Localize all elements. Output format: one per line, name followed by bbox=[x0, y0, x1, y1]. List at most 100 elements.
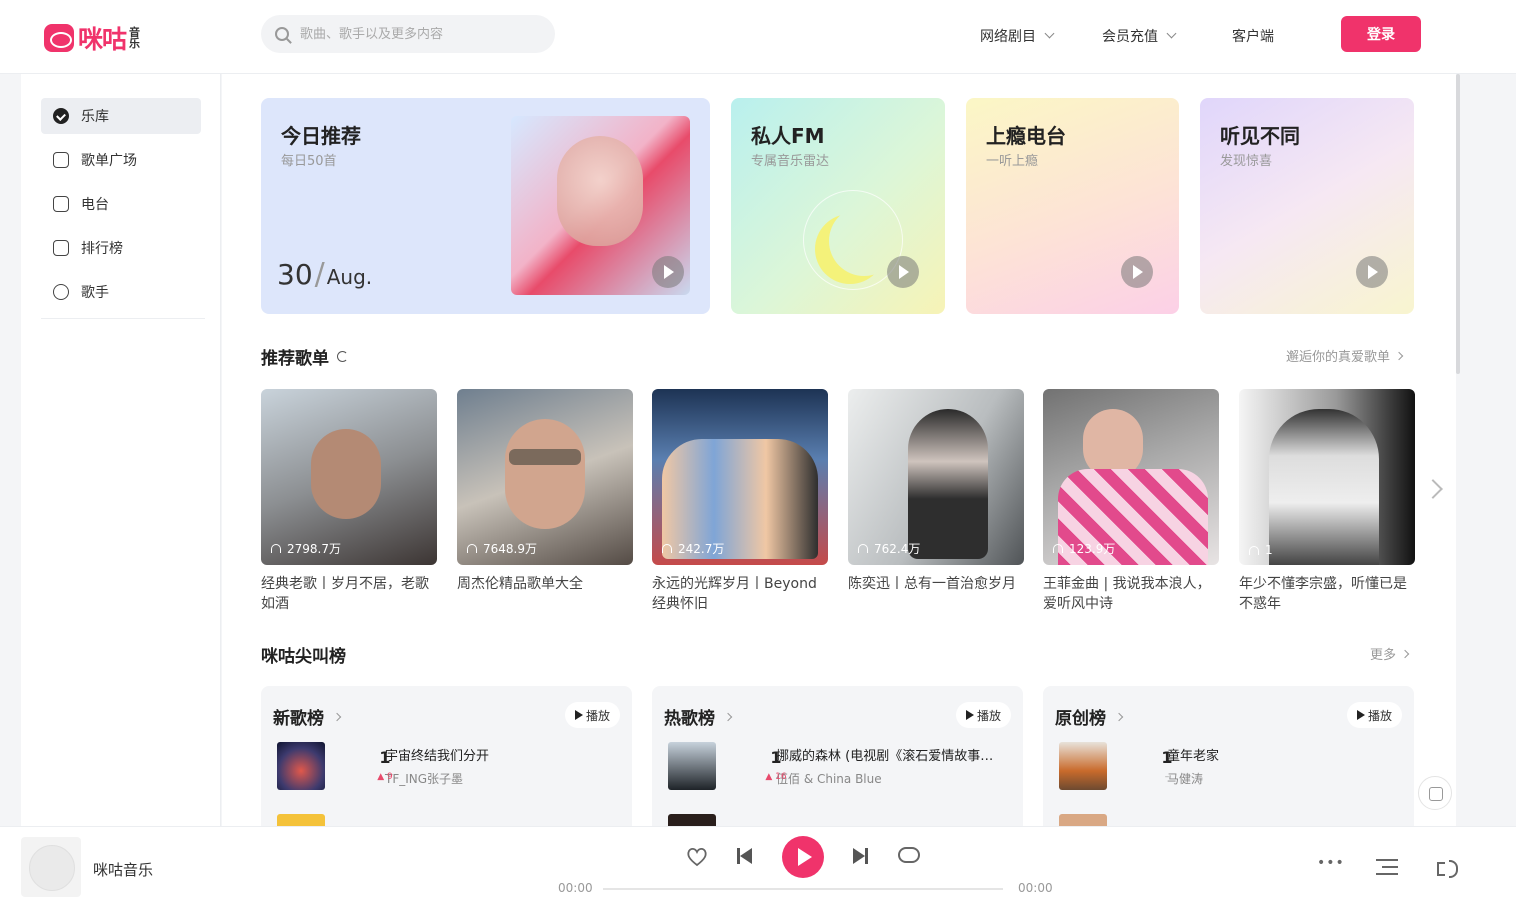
logo[interactable]: 咪咕 音乐 bbox=[44, 20, 143, 56]
card-title: 听见不同 bbox=[1220, 124, 1300, 148]
card-hear-different[interactable]: 听见不同 发现惊喜 bbox=[1200, 98, 1414, 314]
play-count: 2798.7万 bbox=[271, 540, 341, 557]
sidebar-item-library[interactable]: 乐库 bbox=[41, 98, 201, 134]
headphone-icon bbox=[467, 544, 477, 553]
play-icon[interactable] bbox=[652, 256, 684, 288]
playlist-name[interactable]: 陈奕迅丨总有一首治愈岁月 bbox=[848, 574, 1024, 614]
song-artist[interactable]: TF_ING张子墨 bbox=[385, 770, 615, 787]
card-private-fm[interactable]: 私人FM 专属音乐雷达 bbox=[731, 98, 945, 314]
player-song-title: 咪咕音乐 bbox=[93, 861, 154, 879]
play-count: 242.7万 bbox=[662, 540, 724, 557]
more-link-text: 更多 bbox=[1370, 648, 1397, 663]
playlist-card[interactable]: 1 年少不懂李宗盛，听懂已是不惑年 bbox=[1239, 389, 1415, 614]
search-icon[interactable] bbox=[275, 27, 289, 41]
rank-card-hot: 热歌榜 播放 1 ▲ 16 挪威的森林 (电视剧《滚石爱情故事》… 伍佰 & C… bbox=[652, 686, 1023, 826]
playlist-cover[interactable]: 242.7万 bbox=[652, 389, 828, 565]
play-count-value: 762.4万 bbox=[874, 542, 921, 556]
rank-trend: – bbox=[1164, 772, 1170, 782]
rank-row[interactable]: 1 ▲ 16 挪威的森林 (电视剧《滚石爱情故事》… 伍佰 & China Bl… bbox=[668, 742, 1006, 790]
playlist-card[interactable]: 2798.7万 经典老歌丨岁月不居，老歌如酒 bbox=[261, 389, 437, 614]
rank-title[interactable]: 热歌榜 bbox=[664, 704, 733, 729]
play-button[interactable] bbox=[782, 836, 824, 878]
play-queue-icon[interactable] bbox=[1376, 859, 1398, 875]
playlist-name[interactable]: 周杰伦精品歌单大全 bbox=[457, 574, 633, 614]
heart-icon[interactable] bbox=[686, 847, 708, 867]
rank-position: 1 – bbox=[1107, 742, 1172, 790]
nav-client[interactable]: 客户端 bbox=[1232, 26, 1274, 46]
sidebar-item-singers[interactable]: 歌手 bbox=[41, 274, 201, 310]
song-info: 宇宙终结我们分开 TF_ING张子墨 bbox=[385, 745, 615, 787]
sidebar-item-playlists[interactable]: 歌单广场 bbox=[41, 142, 201, 178]
playlist-name[interactable]: 王菲金曲 | 我说我本浪人，爱听风中诗 bbox=[1043, 574, 1219, 614]
player-bar: 咪咕音乐 00:00 00:00 bbox=[0, 826, 1516, 901]
rank-card-new: 新歌榜 播放 1 ▲ 9 宇宙终结我们分开 TF_ING张子墨 bbox=[261, 686, 632, 826]
logo-text: 咪咕 bbox=[78, 25, 127, 54]
playlist-cover[interactable]: 7648.9万 bbox=[457, 389, 633, 565]
search-box[interactable] bbox=[261, 15, 555, 53]
playlist-name[interactable]: 经典老歌丨岁月不居，老歌如酒 bbox=[261, 574, 437, 614]
search-input[interactable] bbox=[300, 26, 530, 42]
song-title[interactable]: 童年老家 bbox=[1167, 745, 1397, 764]
recommend-more-link[interactable]: 邂逅你的真爱歌单 bbox=[1286, 346, 1404, 365]
progress-bar[interactable] bbox=[603, 888, 1003, 890]
more-options-icon[interactable] bbox=[1317, 855, 1345, 871]
play-icon[interactable] bbox=[1121, 256, 1153, 288]
rank-row[interactable]: 1 – 童年老家 马健涛 bbox=[1059, 742, 1397, 790]
nav-vip-recharge-label: 会员充值 bbox=[1102, 29, 1158, 45]
playlist-card[interactable]: 123.9万 王菲金曲 | 我说我本浪人，爱听风中诗 bbox=[1043, 389, 1219, 614]
sidebar-item-radio[interactable]: 电台 bbox=[41, 186, 201, 222]
rank-play-button[interactable]: 播放 bbox=[1346, 702, 1402, 728]
refresh-icon[interactable] bbox=[337, 351, 348, 362]
play-icon[interactable] bbox=[887, 256, 919, 288]
feedback-icon[interactable] bbox=[1418, 776, 1452, 810]
charts-more-link[interactable]: 更多 bbox=[1370, 644, 1410, 663]
main-scrollbar[interactable] bbox=[1456, 74, 1460, 374]
play-count-value: 242.7万 bbox=[678, 542, 725, 556]
playlist-cover[interactable]: 2798.7万 bbox=[261, 389, 437, 565]
rank-number: 1 bbox=[379, 748, 391, 767]
chevron-down-icon bbox=[1166, 28, 1177, 39]
section-recommend-title: 推荐歌单 bbox=[261, 344, 348, 369]
play-icon[interactable] bbox=[1356, 256, 1388, 288]
nav-vip-recharge[interactable]: 会员充值 bbox=[1102, 26, 1177, 46]
carousel-next-icon[interactable] bbox=[1423, 479, 1443, 499]
rank-play-button[interactable]: 播放 bbox=[955, 702, 1011, 728]
next-track-icon[interactable] bbox=[852, 848, 868, 864]
song-artist[interactable]: 伍佰 & China Blue bbox=[776, 770, 1006, 787]
playlist-card[interactable]: 762.4万 陈奕迅丨总有一首治愈岁月 bbox=[848, 389, 1024, 614]
playlist-cover[interactable]: 762.4万 bbox=[848, 389, 1024, 565]
song-artist[interactable]: 马健涛 bbox=[1167, 770, 1397, 787]
rank-row[interactable]: 1 ▲ 9 宇宙终结我们分开 TF_ING张子墨 bbox=[277, 742, 615, 790]
rank-play-button[interactable]: 播放 bbox=[564, 702, 620, 728]
sidebar-divider bbox=[41, 318, 205, 319]
card-daily-recommend[interactable]: 今日推荐 每日50首 30/Aug. bbox=[261, 98, 710, 314]
rank-title[interactable]: 新歌榜 bbox=[273, 704, 342, 729]
rank-card-original: 原创榜 播放 1 – 童年老家 马健涛 bbox=[1043, 686, 1414, 826]
playlist-icon bbox=[53, 152, 69, 168]
playlist-name[interactable]: 永远的光辉岁月丨Beyond经典怀旧 bbox=[652, 574, 828, 614]
playlist-card[interactable]: 7648.9万 周杰伦精品歌单大全 bbox=[457, 389, 633, 614]
song-title[interactable]: 宇宙终结我们分开 bbox=[385, 745, 615, 764]
playlist-cover[interactable]: 123.9万 bbox=[1043, 389, 1219, 565]
playlist-name[interactable]: 年少不懂李宗盛，听懂已是不惑年 bbox=[1239, 574, 1415, 614]
playlist-card[interactable]: 242.7万 永远的光辉岁月丨Beyond经典怀旧 bbox=[652, 389, 828, 614]
chevron-right-icon bbox=[723, 712, 733, 721]
album-disc-icon[interactable] bbox=[21, 837, 81, 897]
repeat-icon[interactable] bbox=[898, 847, 920, 863]
song-cover bbox=[668, 742, 716, 790]
sidebar-item-charts[interactable]: 排行榜 bbox=[41, 230, 201, 266]
volume-icon[interactable] bbox=[1437, 857, 1458, 878]
migu-logo-icon bbox=[44, 24, 74, 52]
date-day: 30 bbox=[277, 258, 313, 291]
nav-web-drama[interactable]: 网络剧目 bbox=[980, 26, 1055, 46]
play-count-value: 7648.9万 bbox=[483, 542, 537, 556]
rank-title[interactable]: 原创榜 bbox=[1055, 704, 1124, 729]
playlist-cover[interactable]: 1 bbox=[1239, 389, 1415, 565]
login-button[interactable]: 登录 bbox=[1341, 16, 1421, 52]
card-addictive-radio[interactable]: 上瘾电台 一听上瘾 bbox=[966, 98, 1179, 314]
cover-figure bbox=[908, 409, 988, 559]
previous-track-icon[interactable] bbox=[737, 848, 753, 864]
song-title[interactable]: 挪威的森林 (电视剧《滚石爱情故事》… bbox=[776, 745, 1006, 764]
play-count: 7648.9万 bbox=[467, 540, 537, 557]
chevron-right-icon bbox=[1114, 712, 1124, 721]
